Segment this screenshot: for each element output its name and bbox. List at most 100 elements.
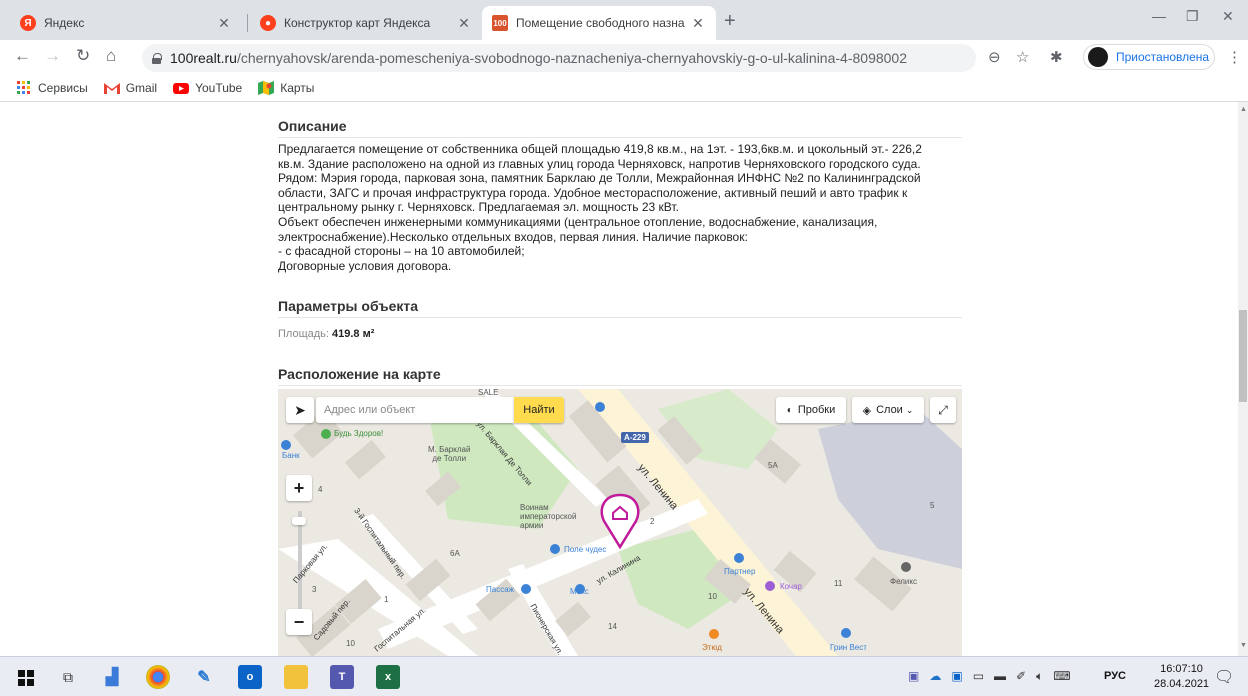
scroll-up-icon[interactable]: ▲ xyxy=(1240,106,1247,113)
reload-icon[interactable]: ↻ xyxy=(76,46,90,66)
traffic-label: Пробки xyxy=(797,404,836,416)
url-host: 100realt.ru xyxy=(170,50,237,66)
poi-etud[interactable]: Этюд xyxy=(702,643,722,652)
house-number: 5 xyxy=(930,501,935,510)
battery-icon[interactable]: ▬ xyxy=(994,669,1006,684)
pen-icon[interactable]: ✐ xyxy=(1016,669,1026,684)
area-param: Площадь: 419.8 м² xyxy=(278,328,374,340)
apps-grid-icon xyxy=(17,80,30,94)
bookmark-star-icon[interactable]: ☆ xyxy=(1016,48,1029,66)
file-explorer-icon[interactable] xyxy=(284,665,308,689)
close-tab-icon[interactable]: ✕ xyxy=(456,15,472,32)
zoom-out-button[interactable]: − xyxy=(286,609,312,635)
clock[interactable]: 16:07:10 28.04.2021 xyxy=(1154,662,1209,692)
bookmark-label: Gmail xyxy=(125,80,158,95)
browser-toolbar: ← → ↻ ⌂ 100realt.ru/chernyahovsk/arenda-… xyxy=(0,40,1248,74)
teams-icon[interactable]: T xyxy=(330,665,354,689)
network-icon[interactable]: ▭ xyxy=(973,669,984,684)
extensions-puzzle-icon[interactable]: ✱ xyxy=(1050,48,1063,66)
poi-passage[interactable]: Пассаж xyxy=(486,585,514,594)
poi-warriors-monument[interactable]: Воинам императорской армии xyxy=(520,503,576,530)
layers-icon: ◈ xyxy=(862,404,872,417)
bookmark-maps[interactable]: Карты xyxy=(258,80,314,95)
fullscreen-icon[interactable]: ⤢ xyxy=(930,397,956,423)
poi-partner[interactable]: Партнер xyxy=(724,567,755,576)
page-scrollbar[interactable]: ▲ ▼ xyxy=(1238,102,1248,656)
house-number: 1 xyxy=(384,595,389,604)
close-tab-icon[interactable]: ✕ xyxy=(690,15,706,32)
language-indicator[interactable]: РУС xyxy=(1104,670,1126,682)
area-label: Площадь: xyxy=(278,328,329,340)
chart-app-icon[interactable]: ▟ xyxy=(100,665,124,689)
poi-green-west[interactable]: Грин Вест xyxy=(830,643,867,652)
description-heading: Описание xyxy=(278,118,347,134)
poi-sale: SALE xyxy=(478,389,499,397)
keyboard-icon[interactable]: ⌨ xyxy=(1053,669,1070,684)
new-tab-icon[interactable]: + xyxy=(724,10,736,33)
clock-date: 28.04.2021 xyxy=(1154,678,1210,690)
maps-icon xyxy=(258,80,275,95)
start-icon[interactable] xyxy=(18,670,34,686)
close-tab-icon[interactable]: ✕ xyxy=(216,15,232,32)
task-view-icon[interactable]: ⧉ xyxy=(56,665,80,689)
scrollbar-thumb[interactable] xyxy=(1239,310,1247,402)
divider xyxy=(278,137,962,138)
poi-bank[interactable]: Банк xyxy=(282,451,300,460)
excel-icon[interactable]: x xyxy=(376,665,400,689)
close-window-icon[interactable]: ✕ xyxy=(1222,8,1234,25)
back-icon[interactable]: ← xyxy=(14,46,31,66)
poi-budz-zdorov[interactable]: Будь Здоров! xyxy=(334,429,383,438)
outlook-icon[interactable]: o xyxy=(238,665,262,689)
tab-title: Конструктор карт Яндекса xyxy=(284,16,431,30)
bookmark-gmail[interactable]: Gmail xyxy=(103,80,158,95)
traffic-button[interactable]: ◐ Пробки xyxy=(776,397,846,423)
zoom-icon[interactable]: ⊖ xyxy=(988,48,1001,66)
zoom-in-button[interactable]: + xyxy=(286,475,312,501)
tab-title: Яндекс xyxy=(44,16,85,30)
bookmark-youtube[interactable]: YouTube xyxy=(173,81,242,95)
poi-feliks[interactable]: Феликс xyxy=(890,577,917,586)
yandex-map[interactable]: Будь Здоров! Банк М. Барклай де Толли Во… xyxy=(278,389,962,656)
volume-icon[interactable]: 🔈︎ xyxy=(1036,669,1043,684)
house-number: 4 xyxy=(318,485,323,494)
layers-button[interactable]: ◈ Слои ⌄ xyxy=(852,397,924,423)
youtube-icon xyxy=(173,82,190,94)
house-number: 3 xyxy=(312,585,317,594)
map-search-button[interactable]: Найти xyxy=(514,397,564,423)
menu-dots-icon[interactable]: ⋮ xyxy=(1227,48,1242,66)
profile-button[interactable]: Приостановлена xyxy=(1083,44,1215,70)
paint-icon[interactable]: ✎ xyxy=(192,665,216,689)
bookmarks-bar: Сервисы Gmail YouTube Карты xyxy=(0,74,1248,102)
chrome-icon[interactable] xyxy=(146,665,170,689)
poi-barclay-monument[interactable]: М. Барклай де Толли xyxy=(428,445,470,463)
address-bar[interactable]: 100realt.ru/chernyahovsk/arenda-pomesche… xyxy=(142,44,976,72)
gmail-icon xyxy=(103,82,120,94)
onedrive-icon[interactable]: ☁ xyxy=(929,669,941,684)
house-number: 10 xyxy=(346,639,355,648)
poi-pole-chudes[interactable]: Поле чудес xyxy=(564,545,606,554)
poi-kochar[interactable]: Кочар xyxy=(780,582,802,591)
tab-100realt[interactable]: 100 Помещение свободного назна ✕ xyxy=(482,6,716,40)
poi-maks[interactable]: Макс xyxy=(570,587,589,596)
maximize-icon[interactable]: ❐ xyxy=(1186,8,1199,25)
house-number: 14 xyxy=(608,622,617,631)
clock-time: 16:07:10 xyxy=(1160,663,1203,675)
geolocation-icon[interactable]: ➤ xyxy=(286,397,314,423)
home-icon[interactable]: ⌂ xyxy=(106,46,116,66)
forward-icon[interactable]: → xyxy=(44,46,61,66)
notifications-icon[interactable]: 🗨︎ xyxy=(1214,667,1234,687)
tab-map-constructor[interactable]: ● Конструктор карт Яндекса ✕ xyxy=(250,6,482,40)
scroll-down-icon[interactable]: ▼ xyxy=(1240,642,1247,649)
tab-strip: Я Яндекс ✕ ● Конструктор карт Яндекса ✕ … xyxy=(0,0,1248,40)
100realt-icon: 100 xyxy=(492,15,508,31)
zoom-slider-handle[interactable] xyxy=(292,517,306,525)
teams-tray-icon[interactable]: ▣ xyxy=(908,669,919,684)
layers-label: Слои xyxy=(876,404,903,416)
page-content: Описание Предлагается помещение от собст… xyxy=(0,102,1238,656)
minimize-icon[interactable]: — xyxy=(1152,8,1166,24)
bookmark-services[interactable]: Сервисы xyxy=(16,80,88,95)
house-number: 5А xyxy=(768,461,778,470)
tab-yandex[interactable]: Я Яндекс ✕ xyxy=(10,6,242,40)
map-search-input[interactable]: Адрес или объект xyxy=(316,397,514,423)
outlook-tray-icon[interactable]: ▣ xyxy=(951,669,962,684)
